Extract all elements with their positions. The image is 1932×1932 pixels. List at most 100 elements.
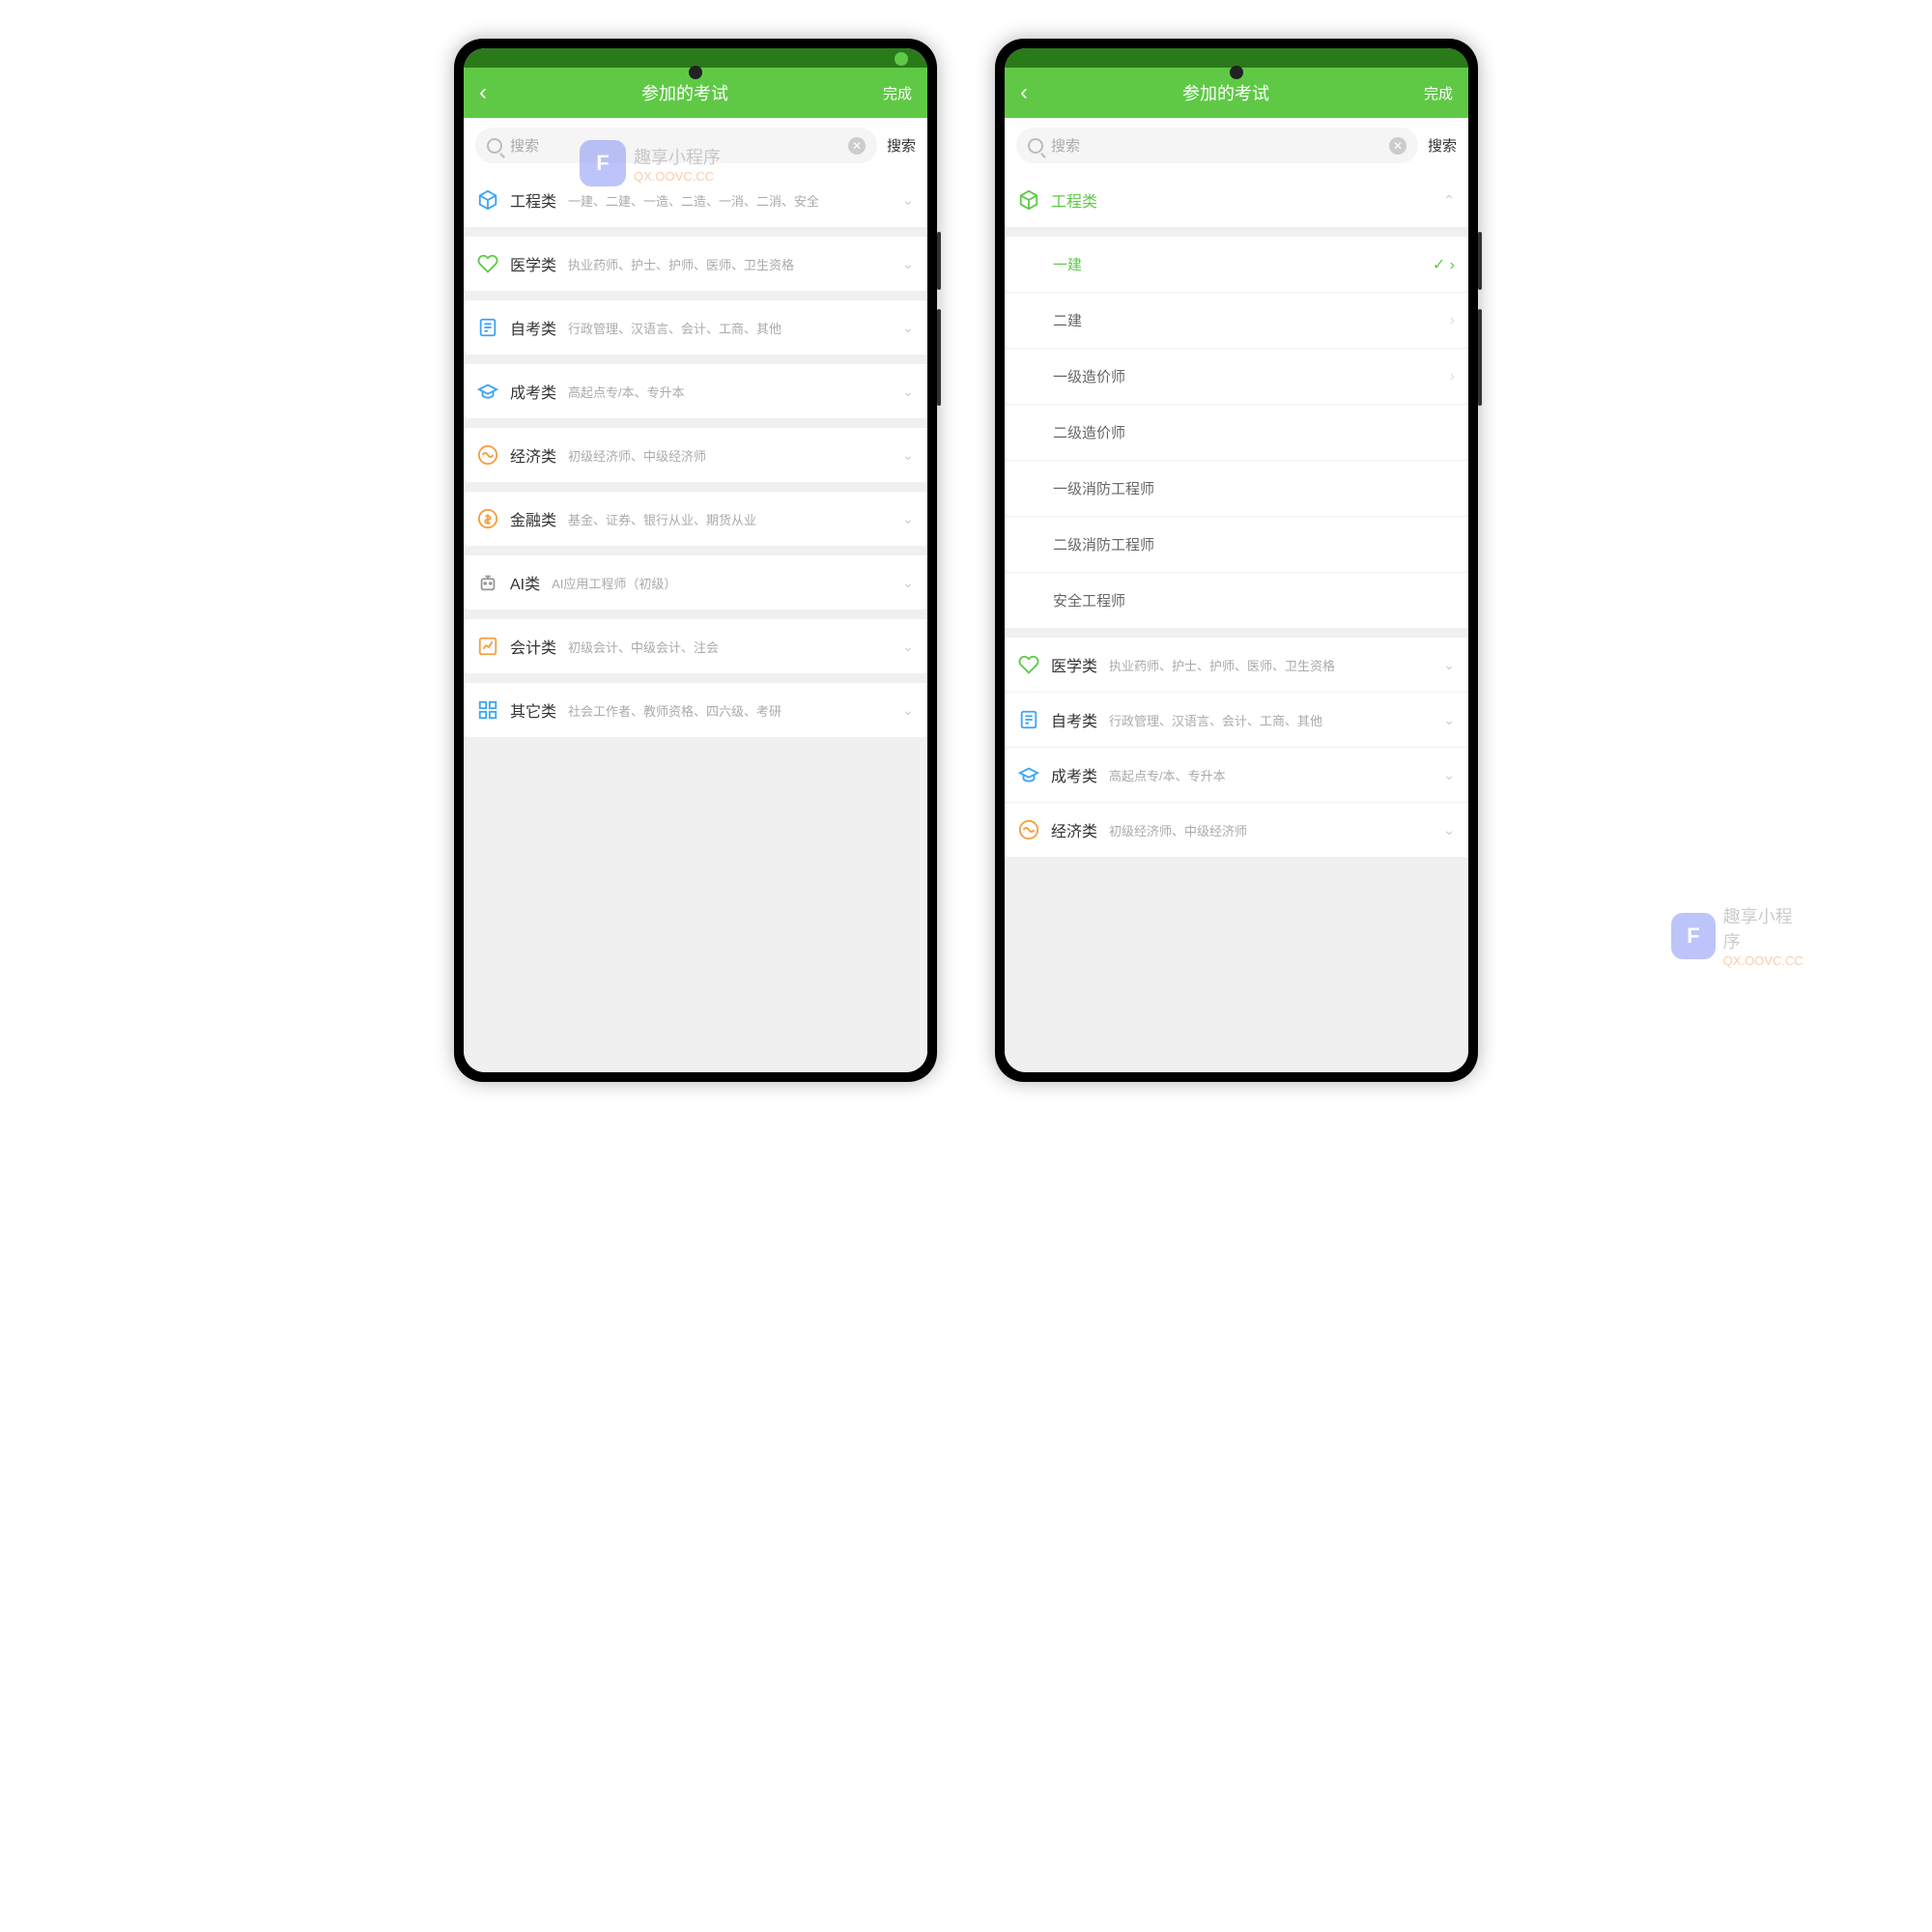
category-grid[interactable]: 其它类 社会工作者、教师资格、四六级、考研 ⌄ [464, 683, 927, 737]
category-name: 会计类 [510, 635, 556, 658]
status-bar [1005, 48, 1468, 68]
category-cube[interactable]: 工程类 一建、二建、一造、二造、一消、二消、安全 ⌄ [464, 173, 927, 227]
app-header: ‹ 参加的考试 完成 [1005, 68, 1468, 118]
category-desc: 初级经济师、中级经济师 [1109, 821, 1432, 839]
cube-icon [477, 189, 498, 211]
chevron-down-icon: ⌄ [1443, 822, 1455, 838]
chevron-down-icon: ⌄ [902, 447, 914, 464]
sub-item[interactable]: 二建 › [1005, 293, 1468, 349]
search-button[interactable]: 搜索 [1428, 135, 1457, 156]
chevron-down-icon: ⌄ [902, 639, 914, 655]
sub-item-label: 一级造价师 [1053, 366, 1125, 386]
robot-icon [477, 572, 498, 593]
category-desc: 高起点专/本、专升本 [568, 383, 891, 401]
heart-icon [1018, 654, 1039, 675]
category-desc: 初级会计、中级会计、注会 [568, 638, 891, 656]
category-desc: 一建、二建、一造、二造、一消、二消、安全 [568, 191, 891, 210]
phone-right: ‹ 参加的考试 完成 搜索 ✕ 搜索 F 趣享小程序 QX.OOVC.CC 工程… [995, 39, 1478, 1082]
side-button [937, 309, 941, 406]
search-bar: 搜索 ✕ 搜索 [464, 118, 927, 173]
screen-left: ‹ 参加的考试 完成 搜索 ✕ 搜索 F 趣享小程序 QX.OOVC.CC 工程… [464, 48, 927, 1072]
category-doc[interactable]: 自考类 行政管理、汉语言、会计、工商、其他 ⌄ [464, 300, 927, 355]
category-robot[interactable]: AI类 AI应用工程师（初级） ⌄ [464, 555, 927, 610]
sub-item-label: 一级消防工程师 [1053, 478, 1154, 498]
category-expanded[interactable]: 工程类 ⌃ [1005, 173, 1468, 227]
category-name: 成考类 [1051, 763, 1097, 786]
category-cap[interactable]: 成考类 高起点专/本、专升本 ⌄ [464, 364, 927, 418]
category-name: 经济类 [1051, 818, 1097, 841]
category-desc: 基金、证券、银行从业、期货从业 [568, 510, 891, 528]
chevron-up-icon: ⌃ [1443, 192, 1455, 209]
sub-item-label: 二级消防工程师 [1053, 534, 1154, 554]
search-button[interactable]: 搜索 [887, 135, 916, 156]
category-name: 自考类 [1051, 708, 1097, 731]
sub-item[interactable]: 二级消防工程师 [1005, 517, 1468, 573]
category-wave[interactable]: 经济类 初级经济师、中级经济师 ⌄ [464, 428, 927, 482]
sub-item[interactable]: 二级造价师 [1005, 405, 1468, 461]
chevron-down-icon: ⌄ [1443, 767, 1455, 783]
category-doc[interactable]: 自考类 行政管理、汉语言、会计、工商、其他 ⌄ [1005, 693, 1468, 748]
category-name: AI类 [510, 571, 540, 594]
category-desc: 执业药师、护士、护师、医师、卫生资格 [568, 255, 891, 273]
wave-icon [1018, 819, 1039, 840]
sub-item[interactable]: 一级造价师 › [1005, 349, 1468, 405]
mic-icon [895, 52, 908, 66]
done-button[interactable]: 完成 [1424, 83, 1453, 103]
category-cap[interactable]: 成考类 高起点专/本、专升本 ⌄ [1005, 748, 1468, 803]
category-list[interactable]: F 趣享小程序 QX.OOVC.CC 工程类 一建、二建、一造、二造、一消、二消… [464, 173, 927, 1072]
page-title: 参加的考试 [1182, 80, 1269, 105]
sub-item-label: 一建 [1053, 254, 1082, 274]
chevron-down-icon: ⌄ [902, 320, 914, 336]
grid-icon [477, 699, 498, 721]
back-button[interactable]: ‹ [479, 79, 487, 106]
clear-icon[interactable]: ✕ [1389, 137, 1406, 155]
sub-item-label: 二级造价师 [1053, 422, 1125, 442]
search-icon [487, 138, 502, 154]
sub-item[interactable]: 安全工程师 [1005, 573, 1468, 628]
sub-item[interactable]: 一建 ✓ › [1005, 237, 1468, 293]
category-desc: 社会工作者、教师资格、四六级、考研 [568, 701, 891, 720]
chevron-down-icon: ⌄ [902, 511, 914, 527]
category-desc: 高起点专/本、专升本 [1109, 766, 1432, 784]
heart-icon [477, 253, 498, 274]
back-button[interactable]: ‹ [1020, 79, 1028, 106]
category-name: 经济类 [510, 443, 556, 467]
chevron-right-icon: › [1450, 368, 1455, 385]
screen-right: ‹ 参加的考试 完成 搜索 ✕ 搜索 F 趣享小程序 QX.OOVC.CC 工程… [1005, 48, 1468, 1072]
app-header: ‹ 参加的考试 完成 [464, 68, 927, 118]
category-list-expanded[interactable]: F 趣享小程序 QX.OOVC.CC 工程类 ⌃ 一建 ✓ › 二建 › 一级造… [1005, 173, 1468, 1072]
doc-icon [1018, 709, 1039, 730]
category-dollar[interactable]: 金融类 基金、证券、银行从业、期货从业 ⌄ [464, 492, 927, 546]
category-heart[interactable]: 医学类 执业药师、护士、护师、医师、卫生资格 ⌄ [464, 237, 927, 291]
status-bar [464, 48, 927, 68]
page-title: 参加的考试 [641, 80, 728, 105]
chevron-down-icon: ⌄ [1443, 712, 1455, 728]
sub-item-label: 安全工程师 [1053, 590, 1125, 611]
category-wave[interactable]: 经济类 初级经济师、中级经济师 ⌄ [1005, 803, 1468, 858]
chevron-down-icon: ⌄ [902, 192, 914, 209]
side-button [1478, 309, 1482, 406]
chevron-down-icon: ⌄ [902, 702, 914, 719]
search-input[interactable]: 搜索 ✕ [1016, 128, 1418, 163]
category-desc: AI应用工程师（初级） [552, 574, 891, 592]
category-name: 金融类 [510, 507, 556, 530]
search-input[interactable]: 搜索 ✕ [475, 128, 877, 163]
done-button[interactable]: 完成 [883, 83, 912, 103]
clear-icon[interactable]: ✕ [848, 137, 866, 155]
side-button [1478, 232, 1482, 290]
category-heart[interactable]: 医学类 执业药师、护士、护师、医师、卫生资格 ⌄ [1005, 638, 1468, 693]
phone-left: ‹ 参加的考试 完成 搜索 ✕ 搜索 F 趣享小程序 QX.OOVC.CC 工程… [454, 39, 937, 1082]
category-name: 成考类 [510, 380, 556, 403]
category-name: 其它类 [510, 698, 556, 722]
category-desc: 执业药师、护士、护师、医师、卫生资格 [1109, 656, 1432, 674]
search-placeholder: 搜索 [1051, 135, 1381, 156]
chevron-down-icon: ⌄ [902, 256, 914, 272]
chevron-down-icon: ⌄ [1443, 657, 1455, 673]
category-name: 医学类 [1051, 653, 1097, 676]
category-chart[interactable]: 会计类 初级会计、中级会计、注会 ⌄ [464, 619, 927, 673]
side-button [937, 232, 941, 290]
sub-item[interactable]: 一级消防工程师 [1005, 461, 1468, 517]
sub-item-label: 二建 [1053, 310, 1082, 330]
search-bar: 搜索 ✕ 搜索 [1005, 118, 1468, 173]
category-name: 医学类 [510, 252, 556, 275]
